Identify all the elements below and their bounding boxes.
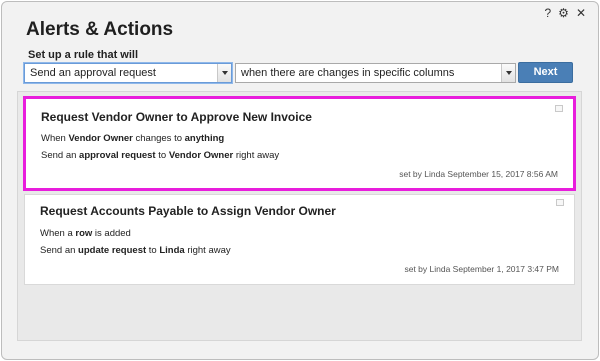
dialog-title: Alerts & Actions (26, 19, 174, 40)
chevron-down-icon[interactable] (217, 64, 231, 82)
setup-rule-label: Set up a rule that will (28, 49, 139, 61)
gear-icon[interactable]: ⚙ (558, 7, 569, 19)
rule-title: Request Vendor Owner to Approve New Invo… (41, 110, 312, 124)
next-button[interactable]: Next (518, 62, 573, 83)
rule-meta: set by Linda September 15, 2017 8:56 AM (399, 169, 558, 179)
rule-meta: set by Linda September 1, 2017 3:47 PM (404, 264, 559, 274)
trigger-select-value: when there are changes in specific colum… (241, 67, 455, 79)
rule-menu-toggle[interactable] (555, 105, 563, 112)
rule-action-text: Send an update request to Linda right aw… (40, 245, 231, 256)
action-select-value: Send an approval request (30, 67, 156, 79)
rule-card[interactable]: Request Accounts Payable to Assign Vendo… (24, 194, 575, 285)
rule-action-text: Send an approval request to Vendor Owner… (41, 150, 280, 161)
rule-card[interactable]: Request Vendor Owner to Approve New Invo… (23, 96, 576, 191)
rule-trigger-text: When Vendor Owner changes to anything (41, 133, 225, 144)
dialog-controls: ? ⚙ ✕ (544, 7, 586, 19)
action-select[interactable]: Send an approval request (24, 63, 232, 83)
chevron-down-icon[interactable] (501, 64, 515, 82)
close-icon[interactable]: ✕ (576, 7, 586, 19)
trigger-select[interactable]: when there are changes in specific colum… (235, 63, 516, 83)
rule-trigger-text: When a row is added (40, 228, 131, 239)
rule-menu-toggle[interactable] (556, 199, 564, 206)
help-icon[interactable]: ? (544, 7, 551, 19)
rule-title: Request Accounts Payable to Assign Vendo… (40, 204, 336, 218)
